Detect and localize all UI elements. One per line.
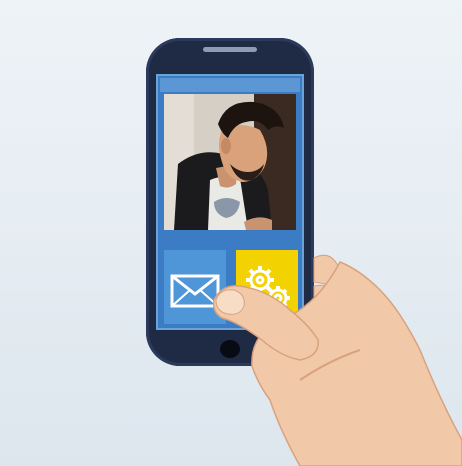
illustration bbox=[0, 0, 462, 466]
hand-illustration bbox=[212, 254, 462, 466]
